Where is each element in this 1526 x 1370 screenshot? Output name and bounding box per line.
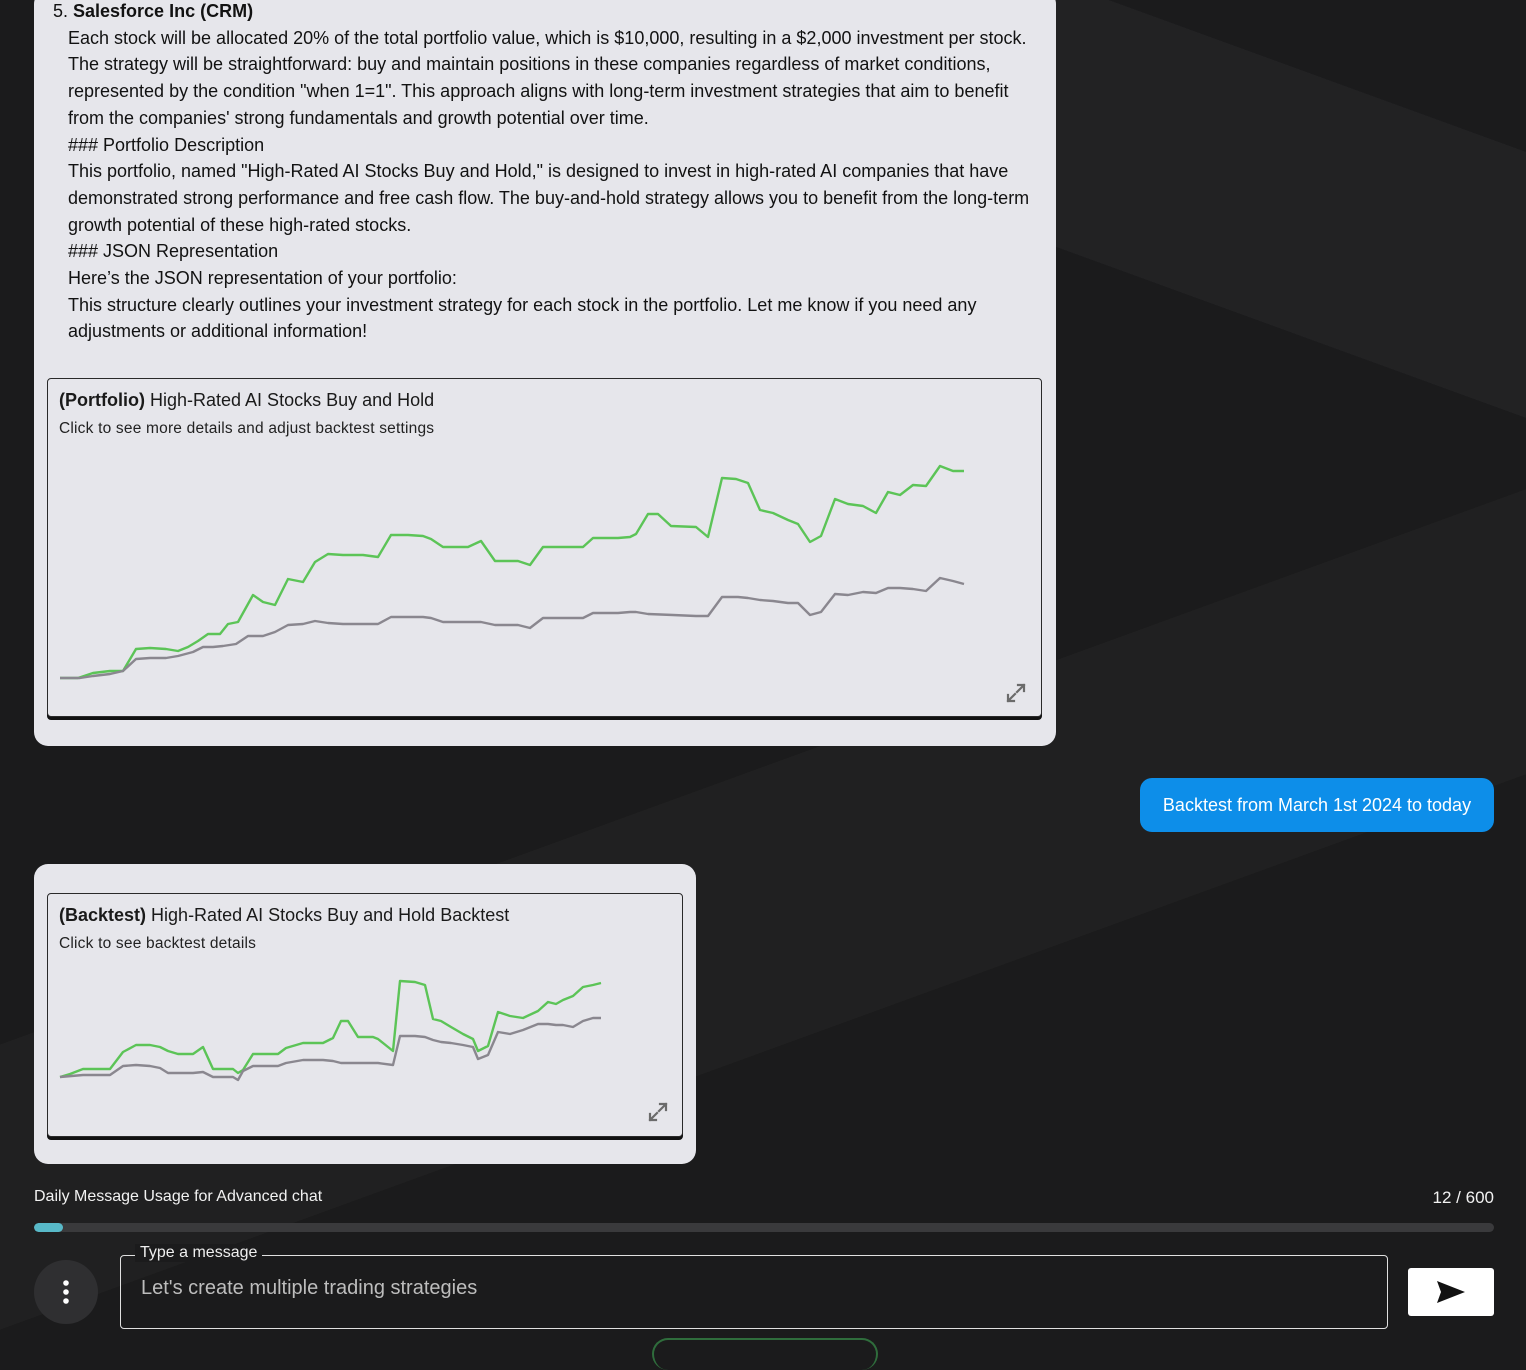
portfolio-card[interactable]: (Portfolio) High-Rated AI Stocks Buy and…: [47, 378, 1042, 717]
list-item: 5. Salesforce Inc (CRM): [46, 0, 1046, 25]
benchmark-line: [59, 1016, 601, 1082]
usage-count: 12 / 600: [1432, 1188, 1494, 1207]
backtest-chart: [59, 979, 602, 1082]
portfolio-chart: [60, 464, 965, 680]
assistant-message: 5. Salesforce Inc (CRM) Each stock will …: [34, 0, 1056, 746]
send-icon: [1437, 1281, 1465, 1303]
assistant-message: (Backtest) High-Rated AI Stocks Buy and …: [34, 864, 696, 1164]
backtest-card[interactable]: (Backtest) High-Rated AI Stocks Buy and …: [47, 893, 683, 1137]
paragraph: Here’s the JSON representation of your p…: [68, 268, 457, 289]
user-message: Backtest from March 1st 2024 to today: [1140, 778, 1494, 832]
message-field-label: Type a message: [135, 1244, 263, 1262]
paragraph: Each stock will be allocated 20% of the …: [68, 27, 1027, 128]
section-heading: ### Portfolio Description: [68, 134, 265, 155]
expand-icon[interactable]: [646, 1100, 670, 1124]
paragraph: This portfolio, named "High-Rated AI Sto…: [68, 161, 1030, 235]
strategy-line: [60, 464, 964, 680]
expand-icon[interactable]: [1004, 681, 1028, 705]
message-field: Type a message: [120, 1244, 1388, 1329]
paragraph: This structure clearly outlines your inv…: [68, 294, 977, 342]
send-button[interactable]: [1408, 1268, 1494, 1316]
more-vertical-icon: [63, 1280, 69, 1304]
strategy-line: [59, 979, 602, 1079]
usage-progress-fill: [34, 1223, 64, 1232]
list-number: 5.: [52, 1, 68, 21]
menu-button[interactable]: [34, 1260, 98, 1324]
user-message-text: Backtest from March 1st 2024 to today: [1162, 794, 1472, 815]
message-input[interactable]: [139, 1276, 1343, 1301]
benchmark-line: [60, 576, 965, 680]
usage-progress-bar: [34, 1223, 1494, 1232]
section-heading: ### JSON Representation: [68, 241, 279, 262]
usage-label: Daily Message Usage for Advanced chat: [34, 1188, 323, 1205]
bottom-button[interactable]: [652, 1338, 878, 1370]
assistant-message-text: 5. Salesforce Inc (CRM) Each stock will …: [46, 0, 1046, 345]
list-item-title: Salesforce Inc (CRM): [73, 1, 254, 21]
